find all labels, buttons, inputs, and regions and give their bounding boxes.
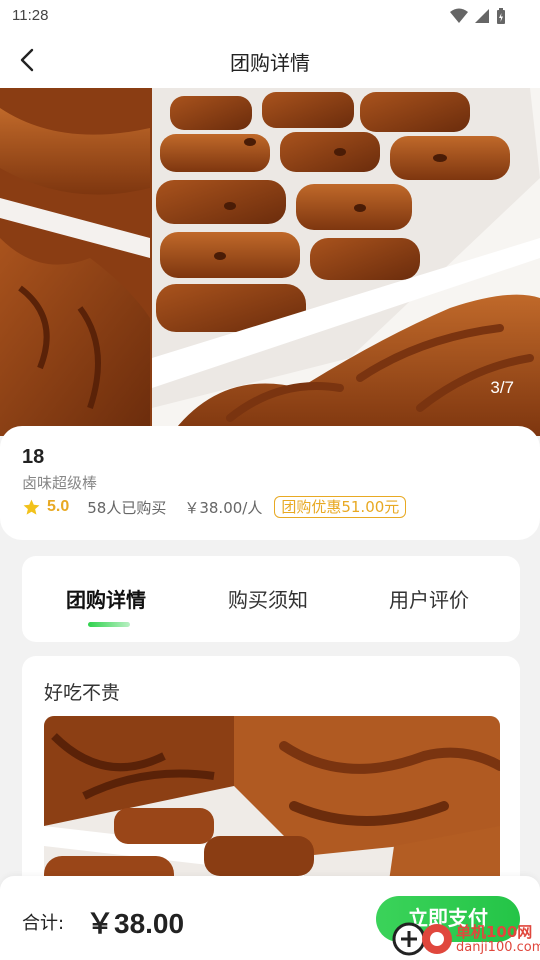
deal-subtitle: 卤味超级棒 (22, 474, 98, 492)
detail-heading: 好吃不贵 (44, 682, 121, 704)
active-tab-indicator (88, 622, 130, 627)
total-label: 合计: (22, 913, 65, 934)
status-time: 11:28 (12, 7, 49, 24)
gallery-image (0, 88, 540, 436)
watermark-text: 单机100网 (456, 922, 533, 941)
gallery-counter: 3/7 (490, 378, 514, 397)
wifi-icon (450, 8, 468, 23)
watermark-logo-icon (392, 922, 452, 956)
battery-icon (497, 8, 505, 24)
page-title: 团购详情 (230, 51, 310, 75)
deal-meta-row: 5.0 58人已购买 ￥38.00/人 团购优惠51.00元 (22, 496, 407, 518)
tab-user-reviews[interactable]: 用户评价 (389, 584, 469, 613)
detail-tabs: 团购详情 购买须知 用户评价 (22, 556, 520, 642)
deal-info-card: 18 卤味超级棒 5.0 58人已购买 ￥38.00/人 团购优惠51.00元 (0, 426, 540, 540)
rating-score: 5.0 (47, 498, 70, 515)
tab-purchase-notes[interactable]: 购买须知 (228, 584, 308, 613)
nav-bar: 团购详情 (0, 32, 540, 88)
discount-badge: 团购优惠51.00元 (274, 496, 407, 518)
signal-icon (475, 9, 489, 23)
status-bar: 11:28 (0, 0, 540, 32)
tab-group-detail[interactable]: 团购详情 (66, 584, 146, 613)
deal-title: 18 (22, 446, 45, 468)
unit-price: ￥38.00/人 (184, 498, 263, 517)
watermark: 单机100网 danji100.com (392, 922, 540, 956)
watermark-url: danji100.com (456, 939, 540, 955)
product-gallery[interactable]: 3/7 (0, 88, 540, 436)
watermark-text-block: 单机100网 danji100.com (456, 924, 540, 955)
bought-count: 58人已购买 (87, 498, 167, 517)
total-value: ￥38.00 (86, 908, 185, 939)
status-icons (450, 7, 506, 25)
star-icon (23, 499, 40, 515)
